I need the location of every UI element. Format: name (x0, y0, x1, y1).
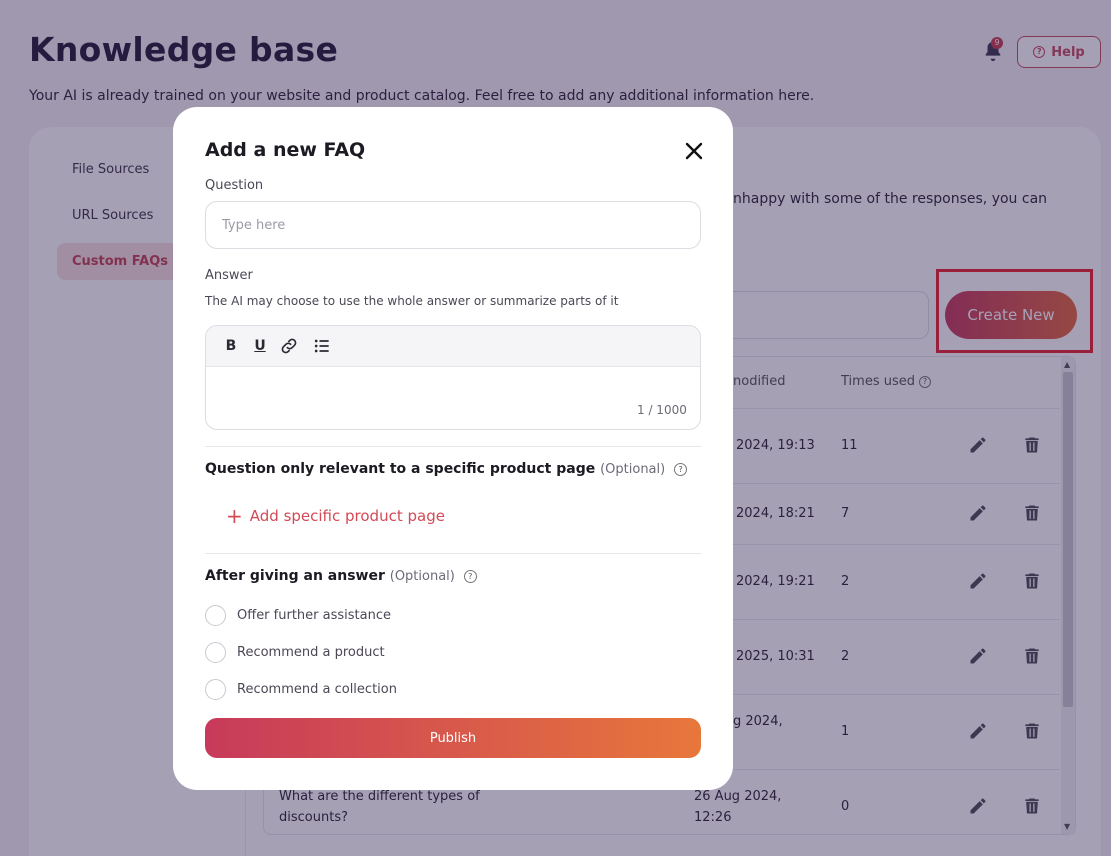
answer-label: Answer (205, 268, 253, 283)
radio-button[interactable] (205, 605, 226, 626)
character-counter: 1 / 1000 (637, 403, 687, 417)
radio-button[interactable] (205, 642, 226, 663)
plus-icon: + (226, 504, 243, 528)
add-product-page-label: Add specific product page (249, 507, 445, 525)
answer-editor[interactable]: B U (205, 325, 701, 430)
option-label: Recommend a collection (237, 682, 397, 697)
optional-label: (Optional) (600, 462, 666, 477)
close-icon[interactable] (684, 141, 704, 161)
question-circle-icon[interactable]: ? (674, 462, 688, 476)
option-label: Offer further assistance (237, 608, 391, 623)
after-answer-title: After giving an answer (Optional) ? (205, 568, 477, 584)
add-product-page-link[interactable]: + Add specific product page (226, 504, 445, 528)
option-recommend-product[interactable]: Recommend a product (205, 642, 385, 663)
publish-button[interactable]: Publish (205, 718, 701, 758)
radio-button[interactable] (205, 679, 226, 700)
question-label: Question (205, 178, 264, 193)
link-icon[interactable] (278, 336, 300, 356)
modal-title: Add a new FAQ (205, 139, 366, 161)
editor-toolbar: B U (206, 326, 700, 367)
optional-label: (Optional) (389, 569, 455, 584)
section-divider (205, 553, 701, 554)
bold-button[interactable]: B (220, 336, 242, 356)
bullet-list-icon[interactable] (311, 336, 333, 356)
answer-hint: The AI may choose to use the whole answe… (205, 294, 619, 308)
option-offer-assistance[interactable]: Offer further assistance (205, 605, 391, 626)
option-label: Recommend a product (237, 645, 385, 660)
question-input[interactable] (205, 201, 701, 249)
question-circle-icon[interactable]: ? (463, 569, 477, 583)
section-divider (205, 446, 701, 447)
option-recommend-collection[interactable]: Recommend a collection (205, 679, 397, 700)
after-answer-title-text: After giving an answer (205, 568, 385, 584)
product-section-title: Question only relevant to a specific pro… (205, 461, 688, 477)
underline-button[interactable]: U (249, 336, 271, 356)
product-section-title-text: Question only relevant to a specific pro… (205, 461, 596, 477)
